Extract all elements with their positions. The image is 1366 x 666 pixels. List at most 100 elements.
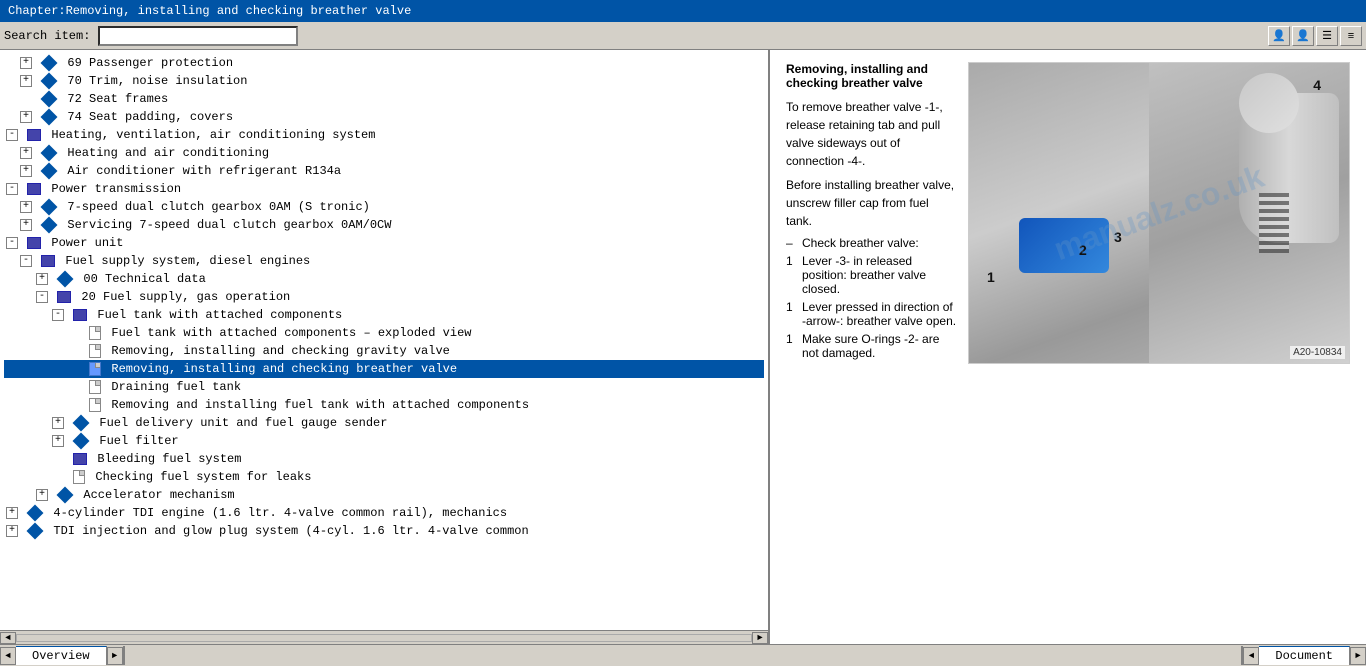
scroll-left-btn[interactable]: ◄ [0,632,16,644]
tree-item[interactable]: - Heating, ventilation, air conditioning… [4,126,764,144]
h-scrollbar[interactable]: ◄ ► [0,630,768,644]
tree-item[interactable]: + Fuel filter [4,432,764,450]
expand-icon[interactable]: - [6,129,18,141]
expand-icon[interactable]: - [36,291,48,303]
tree-item[interactable]: Draining fuel tank [4,378,764,396]
tree-item[interactable]: + TDI injection and glow plug system (4-… [4,522,764,540]
engine-image: 1 2 3 4 manualz.co.uk A20-10834 [969,63,1349,363]
expand-icon[interactable]: + [20,165,32,177]
tree-item[interactable]: Bleeding fuel system [4,450,764,468]
tree-label: 7-speed dual clutch gearbox 0AM (S troni… [67,200,369,214]
expand-icon[interactable]: + [6,525,18,537]
tree-item[interactable]: + Heating and air conditioning [4,144,764,162]
menu-btn-1[interactable]: ☰ [1316,26,1338,46]
doc-icon [89,398,101,412]
expand-icon[interactable]: - [20,255,32,267]
tree-item[interactable]: Removing, installing and checking gravit… [4,342,764,360]
tree-label: 70 Trim, noise insulation [67,74,247,88]
tree-item[interactable]: - Fuel tank with attached components [4,306,764,324]
user-btn-2[interactable]: 👤 [1292,26,1314,46]
breather-valve [1019,218,1109,273]
expand-icon[interactable]: + [6,507,18,519]
tree-item[interactable]: + 4-cylinder TDI engine (1.6 ltr. 4-valv… [4,504,764,522]
tab-overview[interactable]: Overview [16,646,107,665]
doc-content: 1 2 3 4 manualz.co.uk A20-10834 Removing… [770,50,1366,644]
book-icon [41,255,55,267]
tree-item[interactable]: Fuel tank with attached components – exp… [4,324,764,342]
doc-icon [89,326,101,340]
search-input[interactable] [98,26,298,46]
diamond-icon [27,522,44,539]
tree-item[interactable]: + Servicing 7-speed dual clutch gearbox … [4,216,764,234]
doc-bullet-pressed: 1 Lever pressed in direction of -arrow-:… [786,300,958,328]
book-icon [27,183,41,195]
tree-item[interactable]: + 74 Seat padding, covers [4,108,764,126]
tree-item[interactable]: Removing and installing fuel tank with a… [4,396,764,414]
tree-label: Fuel filter [99,434,178,448]
nav-left-btn[interactable]: ◄ [0,647,16,665]
scroll-right-btn[interactable]: ► [752,632,768,644]
tree-item[interactable]: + Accelerator mechanism [4,486,764,504]
tree-item[interactable]: + 00 Technical data [4,270,764,288]
left-panel: + 69 Passenger protection + 70 Trim, noi… [0,50,770,644]
menu-btn-2[interactable]: ≡ [1340,26,1362,46]
tree-label: Heating, ventilation, air conditioning s… [51,128,375,142]
expand-icon[interactable]: + [20,111,32,123]
status-bar: ◄ Overview ► ◄ Document ► [0,644,1366,666]
expand-icon[interactable]: + [52,435,64,447]
tree-item[interactable]: - Power unit [4,234,764,252]
expand-icon[interactable]: + [20,75,32,87]
doc-bullet-lever: 1 Lever -3- in released position: breath… [786,254,958,296]
tree-label: Fuel delivery unit and fuel gauge sender [99,416,387,430]
scrollbar-track[interactable] [16,634,752,642]
tree-label: Power unit [51,236,123,250]
tree-item[interactable]: + Air conditioner with refrigerant R134a [4,162,764,180]
diamond-icon [73,414,90,431]
expand-icon[interactable]: + [52,417,64,429]
label-2: 2 [1079,242,1087,258]
tree-item[interactable]: - Power transmission [4,180,764,198]
tree-label: Power transmission [51,182,181,196]
tree-item[interactable]: + 70 Trim, noise insulation [4,72,764,90]
expand-icon[interactable]: + [20,201,32,213]
nav-right-btn[interactable]: ► [107,647,123,665]
tree-label: Servicing 7-speed dual clutch gearbox 0A… [67,218,391,232]
tree-item[interactable]: 72 Seat frames [4,90,764,108]
doc-nav-left[interactable]: ◄ [1243,647,1259,665]
expand-icon[interactable]: + [36,273,48,285]
label-3: 3 [1114,229,1122,245]
tree-item[interactable]: - Fuel supply system, diesel engines [4,252,764,270]
expand-icon[interactable]: + [20,57,32,69]
tree-item-selected[interactable]: Removing, installing and checking breath… [4,360,764,378]
diamond-icon [57,270,74,287]
toolbar: Search item: 👤 👤 ☰ ≡ [0,22,1366,50]
expand-icon[interactable]: - [6,183,18,195]
expand-icon[interactable]: + [36,489,48,501]
tree-item[interactable]: + 69 Passenger protection [4,54,764,72]
expand-icon[interactable]: - [52,309,64,321]
user-btn-1[interactable]: 👤 [1268,26,1290,46]
tree-label: Removing, installing and checking breath… [111,362,457,376]
tab-document[interactable]: Document [1259,646,1350,665]
tree-item[interactable]: - 20 Fuel supply, gas operation [4,288,764,306]
diamond-icon [41,90,58,107]
tree-item[interactable]: + 7-speed dual clutch gearbox 0AM (S tro… [4,198,764,216]
tree-label: TDI injection and glow plug system (4-cy… [53,524,528,538]
tree-container[interactable]: + 69 Passenger protection + 70 Trim, noi… [0,50,768,630]
doc-icon [89,344,101,358]
title-bar: Chapter:Removing, installing and checkin… [0,0,1366,22]
expand-icon[interactable]: - [6,237,18,249]
doc-icon [73,470,85,484]
doc-nav-right[interactable]: ► [1350,647,1366,665]
tree-label: Fuel tank with attached components [97,308,342,322]
main-layout: + 69 Passenger protection + 70 Trim, noi… [0,50,1366,644]
tree-item[interactable]: + Fuel delivery unit and fuel gauge send… [4,414,764,432]
expand-icon[interactable]: + [20,219,32,231]
tree-label: Removing, installing and checking gravit… [111,344,449,358]
diamond-icon [41,216,58,233]
tree-label: Removing and installing fuel tank with a… [111,398,529,412]
tree-label: 72 Seat frames [67,92,168,106]
tree-item[interactable]: Checking fuel system for leaks [4,468,764,486]
expand-icon[interactable]: + [20,147,32,159]
diamond-icon [27,504,44,521]
